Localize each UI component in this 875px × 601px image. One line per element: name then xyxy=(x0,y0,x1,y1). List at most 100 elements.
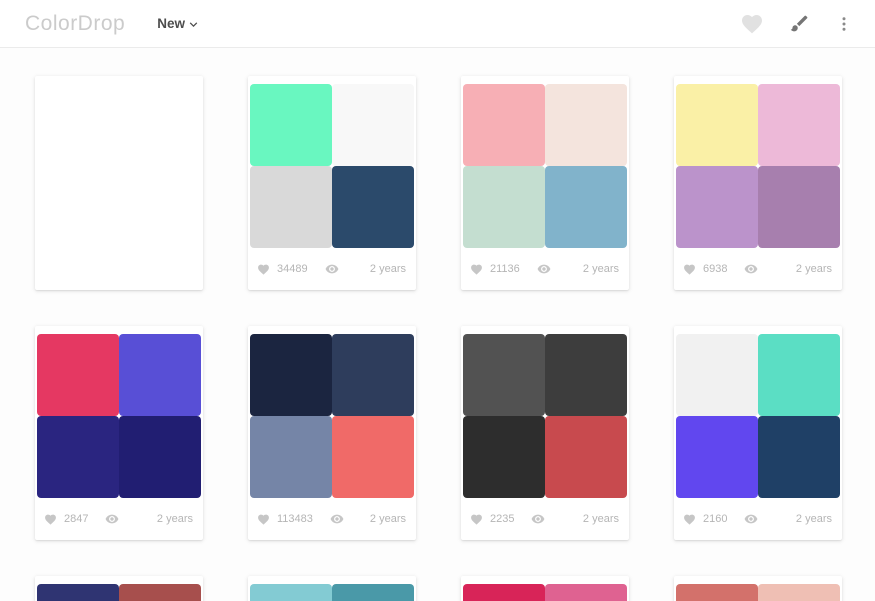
palette-swatches xyxy=(463,334,627,498)
palette-card[interactable] xyxy=(674,576,842,601)
menu-button[interactable] xyxy=(835,15,853,33)
eye-icon xyxy=(325,262,339,276)
palette-swatch[interactable] xyxy=(250,84,332,166)
palette-swatch[interactable] xyxy=(676,84,758,166)
palette-swatch[interactable] xyxy=(332,334,414,416)
palette-swatches xyxy=(676,584,840,601)
palette-swatch[interactable] xyxy=(758,84,840,166)
heart-icon[interactable] xyxy=(470,513,483,526)
palette-swatch[interactable] xyxy=(332,416,414,498)
age-label: 2 years xyxy=(583,263,619,275)
palette-card[interactable] xyxy=(248,576,416,601)
palette-swatch[interactable] xyxy=(463,334,545,416)
create-palette-button[interactable] xyxy=(789,13,810,34)
palette-swatches xyxy=(37,334,201,498)
palette-swatch[interactable] xyxy=(250,334,332,416)
heart-icon[interactable] xyxy=(683,263,696,276)
card-footer: 2847 2 years xyxy=(35,498,203,540)
palette-swatches xyxy=(250,584,414,601)
sort-label: New xyxy=(157,16,185,31)
palette-swatches xyxy=(37,584,201,601)
card-footer: 2235 2 years xyxy=(461,498,629,540)
paintbrush-icon xyxy=(789,13,810,34)
palette-swatch[interactable] xyxy=(37,84,119,166)
palette-swatch[interactable] xyxy=(250,416,332,498)
favorites-button[interactable] xyxy=(740,12,764,36)
age-label: 2 years xyxy=(796,513,832,525)
palette-card[interactable] xyxy=(35,76,203,290)
heart-icon[interactable] xyxy=(44,513,57,526)
palette-swatch[interactable] xyxy=(758,416,840,498)
palette-swatch[interactable] xyxy=(545,84,627,166)
age-label: 2 years xyxy=(157,513,193,525)
eye-icon xyxy=(531,512,545,526)
palette-swatch[interactable] xyxy=(463,166,545,248)
palette-card[interactable]: 21136 2 years xyxy=(461,76,629,290)
palette-card[interactable] xyxy=(35,576,203,601)
palette-swatch[interactable] xyxy=(37,584,119,601)
palette-swatch[interactable] xyxy=(37,416,119,498)
palette-swatch[interactable] xyxy=(119,334,201,416)
heart-icon xyxy=(740,12,764,36)
palette-swatch[interactable] xyxy=(37,334,119,416)
palette-card[interactable]: 2847 2 years xyxy=(35,326,203,540)
palette-swatch[interactable] xyxy=(119,584,201,601)
palette-card[interactable]: 2160 2 years xyxy=(674,326,842,540)
palette-card[interactable] xyxy=(461,576,629,601)
likes-count: 34489 xyxy=(277,263,308,275)
likes-count: 2847 xyxy=(64,513,88,525)
likes-count: 113483 xyxy=(277,513,313,525)
palette-swatches xyxy=(676,334,840,498)
palette-swatch[interactable] xyxy=(545,584,627,601)
heart-icon[interactable] xyxy=(257,263,270,276)
eye-icon xyxy=(330,512,344,526)
palette-grid: 34489 2 years 21136 2 years xyxy=(0,48,875,601)
palette-swatch[interactable] xyxy=(463,84,545,166)
palette-card[interactable]: 113483 2 years xyxy=(248,326,416,540)
palette-swatch[interactable] xyxy=(676,334,758,416)
palette-swatches xyxy=(37,84,201,248)
palette-swatch[interactable] xyxy=(758,584,840,601)
palette-swatch[interactable] xyxy=(463,416,545,498)
palette-card[interactable]: 6938 2 years xyxy=(674,76,842,290)
palette-swatch[interactable] xyxy=(37,166,119,248)
palette-swatches xyxy=(463,584,627,601)
card-footer: 34489 2 years xyxy=(248,248,416,290)
palette-swatch[interactable] xyxy=(332,166,414,248)
palette-swatch[interactable] xyxy=(250,166,332,248)
palette-swatches xyxy=(676,84,840,248)
app-header: ColorDrop New xyxy=(0,0,875,48)
palette-swatch[interactable] xyxy=(676,416,758,498)
palette-swatches xyxy=(250,84,414,248)
palette-swatch[interactable] xyxy=(332,584,414,601)
card-footer: 113483 2 years xyxy=(248,498,416,540)
palette-swatch[interactable] xyxy=(119,166,201,248)
palette-swatch[interactable] xyxy=(545,166,627,248)
palette-swatch[interactable] xyxy=(332,84,414,166)
card-footer: 2160 2 years xyxy=(674,498,842,540)
sort-dropdown[interactable]: New xyxy=(157,15,201,32)
palette-swatch[interactable] xyxy=(758,166,840,248)
palette-swatch[interactable] xyxy=(676,166,758,248)
app-logo[interactable]: ColorDrop xyxy=(25,12,125,36)
palette-swatch[interactable] xyxy=(545,416,627,498)
card-footer: 6938 2 years xyxy=(674,248,842,290)
palette-swatch[interactable] xyxy=(676,584,758,601)
palette-swatch[interactable] xyxy=(119,84,201,166)
palette-swatch[interactable] xyxy=(463,584,545,601)
palette-card[interactable]: 34489 2 years xyxy=(248,76,416,290)
palette-swatch[interactable] xyxy=(758,334,840,416)
palette-swatch[interactable] xyxy=(250,584,332,601)
heart-icon[interactable] xyxy=(683,513,696,526)
age-label: 2 years xyxy=(370,513,406,525)
age-label: 2 years xyxy=(370,263,406,275)
heart-icon[interactable] xyxy=(257,513,270,526)
palette-swatch[interactable] xyxy=(119,416,201,498)
palette-swatch[interactable] xyxy=(545,334,627,416)
likes-count: 6938 xyxy=(703,263,727,275)
palette-card[interactable]: 2235 2 years xyxy=(461,326,629,540)
eye-icon xyxy=(744,512,758,526)
age-label: 2 years xyxy=(796,263,832,275)
card-footer: 21136 2 years xyxy=(461,248,629,290)
heart-icon[interactable] xyxy=(470,263,483,276)
